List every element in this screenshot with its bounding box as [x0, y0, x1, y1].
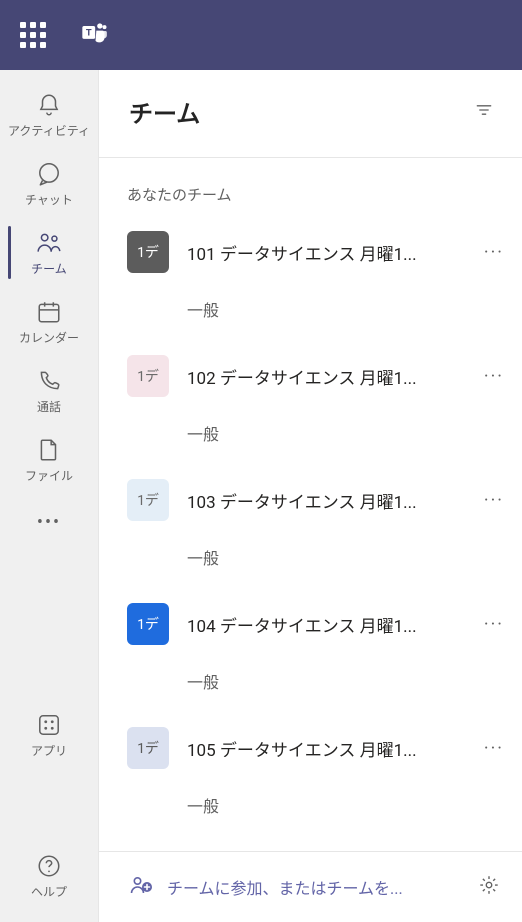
rail-apps[interactable]: アプリ [0, 700, 98, 769]
team-tile: 1デ [127, 231, 169, 273]
rail-teams-label: チーム [31, 260, 67, 277]
channel-general[interactable]: 一般 [127, 653, 516, 719]
team-more-button[interactable]: ··· [472, 490, 516, 511]
team-more-button[interactable]: ··· [472, 614, 516, 635]
team-row[interactable]: 1デ 103 データサイエンス 月曜1... ··· [127, 471, 516, 529]
app-launcher-icon[interactable] [12, 14, 54, 56]
section-your-teams: あなたのチーム [127, 184, 516, 205]
team-name: 103 データサイエンス 月曜1... [187, 488, 472, 513]
filter-button[interactable] [470, 96, 498, 128]
apps-icon [36, 712, 62, 738]
help-icon [36, 853, 62, 879]
team-name: 105 データサイエンス 月曜1... [187, 736, 472, 761]
file-icon [36, 437, 62, 463]
rail-help-label: ヘルプ [31, 883, 67, 900]
rail-chat[interactable]: チャット [8, 149, 90, 218]
team-tile: 1デ [127, 479, 169, 521]
team-more-button[interactable]: ··· [472, 242, 516, 263]
team-tile: 1デ [127, 355, 169, 397]
rail-help[interactable]: ヘルプ [0, 841, 98, 910]
join-team-link[interactable]: チームに参加、またはチームを... [167, 875, 474, 899]
team-tile: 1デ [127, 727, 169, 769]
channel-general[interactable]: 一般 [127, 405, 516, 471]
filter-icon [474, 100, 494, 120]
svg-text:T: T [86, 28, 92, 39]
rail-files[interactable]: ファイル [8, 425, 90, 494]
team-row[interactable]: 1デ 102 データサイエンス 月曜1... ··· [127, 347, 516, 405]
rail-calendar[interactable]: カレンダー [8, 287, 90, 356]
manage-teams-button[interactable] [474, 870, 504, 904]
rail-activity-label: アクティビティ [8, 122, 90, 139]
bell-icon [36, 92, 62, 118]
rail-calls[interactable]: 通話 [8, 356, 90, 425]
team-more-button[interactable]: ··· [472, 366, 516, 387]
team-more-button[interactable]: ··· [472, 738, 516, 759]
channel-general[interactable]: 一般 [127, 529, 516, 595]
team-name: 101 データサイエンス 月曜1... [187, 240, 472, 265]
gear-icon [478, 874, 500, 896]
titlebar: T [0, 0, 522, 70]
rail-teams[interactable]: チーム [8, 218, 90, 287]
rail-chat-label: チャット [25, 191, 73, 208]
content-pane: チーム あなたのチーム 1デ 101 データサイエンス 月曜1... ···一般… [99, 70, 522, 922]
teams-logo-icon[interactable]: T [74, 13, 114, 57]
join-team-icon [129, 873, 153, 901]
rail-calendar-label: カレンダー [19, 329, 79, 346]
rail-calls-label: 通話 [37, 398, 61, 415]
chat-icon [36, 161, 62, 187]
rail-apps-label: アプリ [31, 742, 67, 759]
team-tile: 1デ [127, 603, 169, 645]
teams-icon [36, 230, 62, 256]
phone-icon [36, 368, 62, 394]
team-row[interactable]: 1デ 101 データサイエンス 月曜1... ··· [127, 223, 516, 281]
team-row[interactable]: 1デ 104 データサイエンス 月曜1... ··· [127, 595, 516, 653]
app-rail: アクティビティ チャット チーム [0, 70, 99, 922]
team-row[interactable]: 1デ 105 データサイエンス 月曜1... ··· [127, 719, 516, 777]
calendar-icon [36, 299, 62, 325]
rail-activity[interactable]: アクティビティ [8, 80, 90, 149]
channel-general[interactable]: 一般 [127, 777, 516, 841]
team-name: 102 データサイエンス 月曜1... [187, 364, 472, 389]
page-title: チーム [129, 94, 200, 129]
team-name: 104 データサイエンス 月曜1... [187, 612, 472, 637]
rail-files-label: ファイル [25, 467, 73, 484]
rail-more[interactable]: ••• [37, 494, 61, 551]
channel-general[interactable]: 一般 [127, 281, 516, 347]
